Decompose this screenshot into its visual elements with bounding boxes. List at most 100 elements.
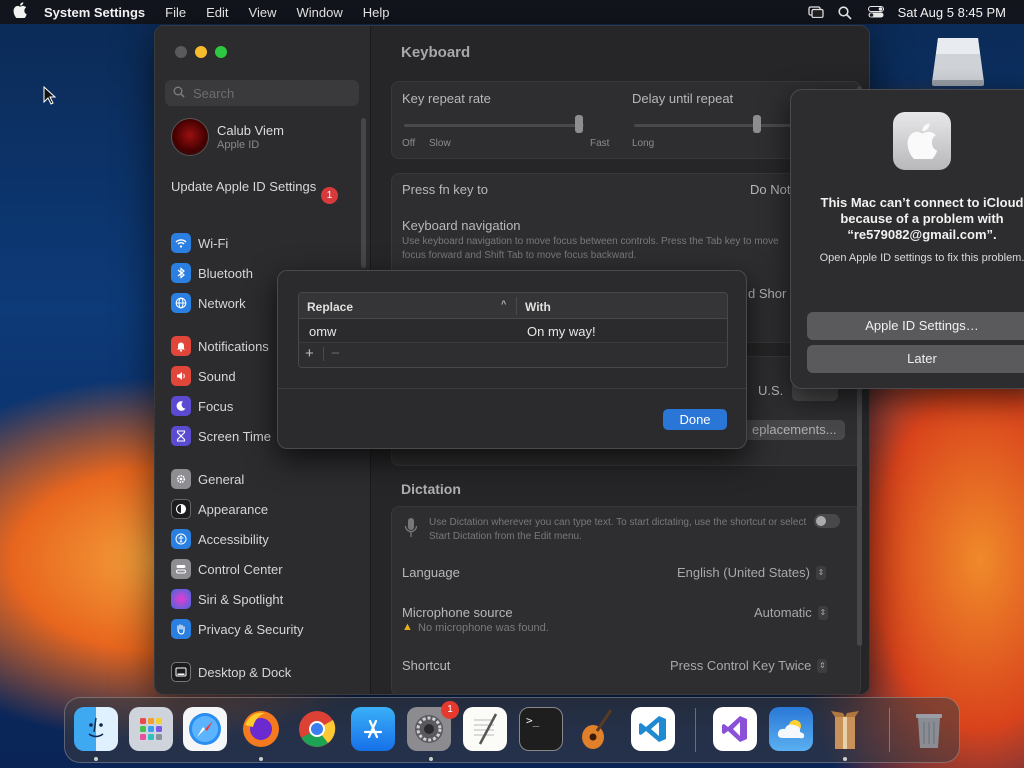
footer-divider <box>323 347 324 361</box>
launchpad-icon[interactable] <box>129 707 173 751</box>
appearance-icon <box>171 499 191 519</box>
microphone-source-popup[interactable]: Automatic ⇕ <box>754 605 828 620</box>
apple-logo-icon <box>893 112 951 170</box>
textedit-icon[interactable] <box>463 707 507 751</box>
sidebar-item-general[interactable]: General <box>171 469 244 489</box>
zoom-button[interactable] <box>215 46 227 58</box>
menu-window[interactable]: Window <box>286 5 352 20</box>
sidebar-item-privacy-security[interactable]: Privacy & Security <box>171 619 303 639</box>
keyboard-shortcuts-button[interactable]: d Shor <box>748 286 786 301</box>
microphone-source-label: Microphone source <box>402 605 513 620</box>
app-store-icon[interactable] <box>351 707 395 751</box>
screen-mirroring-icon[interactable] <box>807 6 824 18</box>
firefox-icon[interactable] <box>239 707 283 751</box>
sidebar-scrollbar[interactable] <box>361 118 366 268</box>
search-input[interactable]: Search <box>165 80 359 106</box>
later-button[interactable]: Later <box>807 345 1024 373</box>
delay-repeat-slider[interactable] <box>634 124 814 127</box>
sidebar-item-label: Desktop & Dock <box>198 664 292 680</box>
fn-key-value[interactable]: Do Not <box>750 182 790 197</box>
sidebar-item-desktop-dock[interactable]: Desktop & Dock <box>171 662 291 682</box>
sidebar-item-accessibility[interactable]: Accessibility <box>171 529 269 549</box>
archive-utility-icon[interactable] <box>823 707 867 751</box>
menu-edit[interactable]: Edit <box>196 5 238 20</box>
input-source-value: U.S. <box>758 383 784 398</box>
apple-menu-icon[interactable] <box>0 2 40 22</box>
wifi-icon <box>171 233 191 253</box>
trash-icon[interactable] <box>907 707 951 751</box>
sidebar-item-sound[interactable]: Sound <box>171 366 236 386</box>
done-button[interactable]: Done <box>663 409 727 430</box>
fn-key-label: Press fn key to <box>402 182 488 197</box>
sidebar-item-siri-spotlight[interactable]: Siri & Spotlight <box>171 589 283 609</box>
table-footer: + − <box>299 343 727 367</box>
language-popup[interactable]: English (United States) ⇕ <box>677 565 826 580</box>
column-divider <box>516 297 517 315</box>
control-center-icon[interactable] <box>867 6 884 18</box>
column-replace-header[interactable]: Replace <box>307 300 353 314</box>
sidebar-item-label: Bluetooth <box>198 265 253 281</box>
accessibility-icon <box>171 529 191 549</box>
sidebar-item-label: Focus <box>198 398 234 414</box>
key-repeat-knob[interactable] <box>575 115 583 133</box>
menu-clock[interactable]: Sat Aug 5 8:45 PM <box>898 5 1006 20</box>
replace-cell[interactable]: omw <box>309 324 336 339</box>
bell-icon <box>171 336 191 356</box>
table-header: Replace ^ With <box>299 293 727 319</box>
moon-icon <box>171 396 191 416</box>
visual-studio-icon[interactable] <box>713 707 757 751</box>
minimize-button[interactable] <box>195 46 207 58</box>
hand-icon <box>171 619 191 639</box>
sidebar-item-wifi[interactable]: Wi-Fi <box>171 233 228 253</box>
table-row[interactable]: omw On my way! <box>299 319 727 343</box>
sidebar-item-appearance[interactable]: Appearance <box>171 499 268 519</box>
mouse-cursor-icon <box>43 85 57 111</box>
update-apple-id-settings[interactable]: Update Apple ID Settings <box>171 179 341 195</box>
external-drive-icon[interactable] <box>930 36 986 88</box>
dictation-desc: Use Dictation wherever you can type text… <box>429 517 807 542</box>
safari-icon[interactable] <box>183 707 227 751</box>
menu-file[interactable]: File <box>155 5 196 20</box>
delay-repeat-knob[interactable] <box>753 115 761 133</box>
menu-view[interactable]: View <box>239 5 287 20</box>
delay-repeat-label: Delay until repeat <box>632 91 734 106</box>
terminal-icon[interactable]: >_ <box>519 707 563 751</box>
sidebar-item-label: Wi-Fi <box>198 235 229 251</box>
sidebar-item-bluetooth[interactable]: Bluetooth <box>171 263 253 283</box>
spotlight-search-icon[interactable] <box>837 6 854 20</box>
vscode-icon[interactable] <box>631 707 675 751</box>
sidebar-item-notifications[interactable]: Notifications <box>171 336 269 356</box>
sidebar-item-focus[interactable]: Focus <box>171 396 233 416</box>
add-replacement-button[interactable]: + <box>305 345 314 362</box>
keyboard-navigation-desc: Use keyboard navigation to move focus be… <box>402 236 779 261</box>
dictation-toggle[interactable] <box>814 514 840 528</box>
search-placeholder: Search <box>193 85 235 101</box>
key-repeat-fast: Fast <box>590 138 610 149</box>
column-with-header[interactable]: With <box>525 300 551 314</box>
keyboard-navigation-label: Keyboard navigation <box>402 218 521 233</box>
weather-icon[interactable] <box>769 707 813 751</box>
page-title: Keyboard <box>401 44 471 61</box>
shortcut-popup[interactable]: Press Control Key Twice ⇕ <box>670 658 828 673</box>
garageband-icon[interactable] <box>575 707 619 751</box>
apple-id-settings-button[interactable]: Apple ID Settings… <box>807 312 1024 340</box>
with-cell[interactable]: On my way! <box>527 324 596 339</box>
sidebar-item-label: Control Center <box>198 561 283 577</box>
key-repeat-slider[interactable] <box>404 124 584 127</box>
sidebar-item-control-center[interactable]: Control Center <box>171 559 283 579</box>
dock-icon <box>171 662 191 682</box>
remove-replacement-button[interactable]: − <box>331 345 340 362</box>
menu-app-name[interactable]: System Settings <box>40 5 155 20</box>
menu-help[interactable]: Help <box>353 5 400 20</box>
running-indicator <box>94 757 98 761</box>
text-replacements-button[interactable]: eplacements... <box>744 420 845 440</box>
sidebar-item-network[interactable]: Network <box>171 293 246 313</box>
sidebar-item-screen-time[interactable]: Screen Time <box>171 426 271 446</box>
sidebar-item-label: Network <box>198 295 246 311</box>
avatar <box>171 118 209 156</box>
close-button[interactable] <box>175 46 187 58</box>
apple-id-profile[interactable]: Calub Viem Apple ID <box>171 118 284 156</box>
sidebar-item-label: Screen Time <box>198 428 271 444</box>
finder-icon[interactable] <box>74 707 118 751</box>
chrome-icon[interactable] <box>295 707 339 751</box>
